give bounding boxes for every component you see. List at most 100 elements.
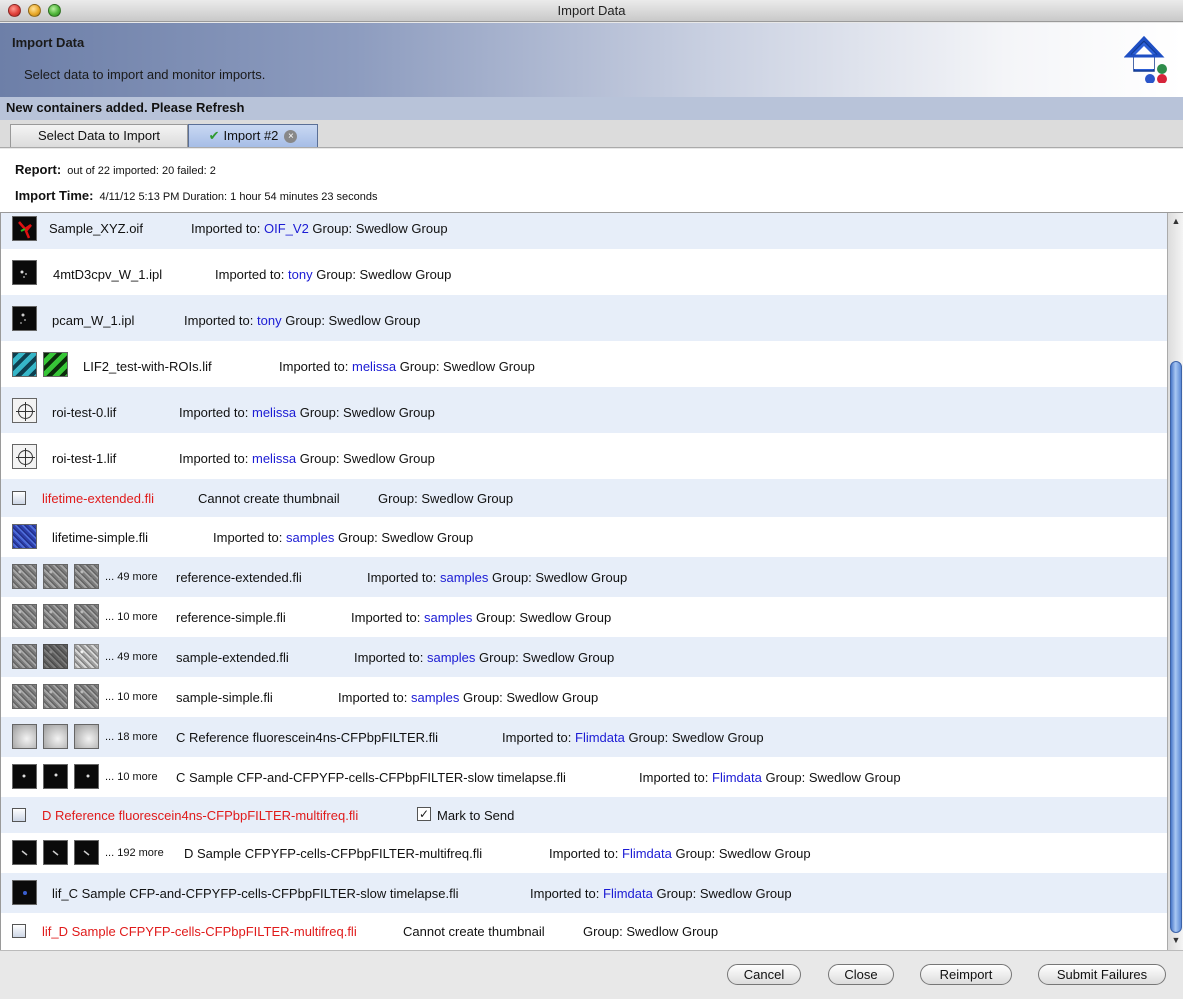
thumbnail-image[interactable] xyxy=(12,306,37,331)
banner-title: Import Data xyxy=(12,35,85,50)
dataset-link[interactable]: tony xyxy=(288,267,313,282)
thumbnail-image[interactable] xyxy=(12,764,37,789)
thumbnail-image[interactable] xyxy=(12,444,37,469)
imported-to-text: Imported to: tony Group: Swedlow Group xyxy=(184,313,421,328)
thumbnail-image[interactable] xyxy=(43,352,68,377)
list-item[interactable]: ... 10 more sample-simple.fli Imported t… xyxy=(1,677,1167,717)
vertical-scrollbar[interactable]: ▲ ▼ xyxy=(1167,213,1183,950)
dataset-link[interactable]: OIF_V2 xyxy=(264,221,309,236)
scrollbar-thumb[interactable] xyxy=(1170,361,1182,933)
file-name: pcam_W_1.ipl xyxy=(52,313,135,328)
thumbnail-image[interactable] xyxy=(43,684,68,709)
thumbnail-image[interactable] xyxy=(43,564,68,589)
dataset-link[interactable]: samples xyxy=(427,650,475,665)
dialog-footer: Cancel Close Reimport Submit Failures xyxy=(0,950,1183,999)
dataset-link[interactable]: Flimdata xyxy=(712,770,762,785)
file-name-failed: D Reference fluorescein4ns-CFPbpFILTER-m… xyxy=(42,808,359,823)
thumbnail-image[interactable] xyxy=(43,724,68,749)
imported-to-text: Imported to: Flimdata Group: Swedlow Gro… xyxy=(549,846,811,861)
list-item[interactable]: D Reference fluorescein4ns-CFPbpFILTER-m… xyxy=(1,797,1167,833)
thumbnail-image[interactable] xyxy=(43,840,68,865)
thumbnail-image[interactable] xyxy=(74,644,99,669)
thumbnail-image[interactable] xyxy=(12,684,37,709)
dataset-link[interactable]: Flimdata xyxy=(575,730,625,745)
thumbnail-image[interactable] xyxy=(12,840,37,865)
dataset-link[interactable]: melissa xyxy=(252,405,296,420)
import-results-list[interactable]: Sample_XYZ.oif Imported to: OIF_V2 Group… xyxy=(0,213,1167,950)
list-item[interactable]: pcam_W_1.ipl Imported to: tony Group: Sw… xyxy=(1,295,1167,341)
thumbnail-image[interactable] xyxy=(43,604,68,629)
thumbnail-image[interactable] xyxy=(12,880,37,905)
list-item[interactable]: ... 18 more C Reference fluorescein4ns-C… xyxy=(1,717,1167,757)
more-thumbnails-text: ... 10 more xyxy=(105,691,158,703)
dataset-link[interactable]: melissa xyxy=(252,451,296,466)
list-item[interactable]: roi-test-1.lif Imported to: melissa Grou… xyxy=(1,433,1167,479)
thumbnail-image[interactable] xyxy=(74,764,99,789)
list-item[interactable]: ... 49 more sample-extended.fli Imported… xyxy=(1,637,1167,677)
banner-description: Select data to import and monitor import… xyxy=(24,67,266,82)
thumbnail-image[interactable] xyxy=(12,216,37,241)
reimport-button[interactable]: Reimport xyxy=(920,964,1012,985)
mark-to-send-label[interactable]: Mark to Send xyxy=(437,808,514,823)
tab-select-data[interactable]: Select Data to Import xyxy=(10,124,188,147)
dataset-link[interactable]: samples xyxy=(440,570,488,585)
notice-bar: New containers added. Please Refresh xyxy=(0,97,1183,120)
more-thumbnails-text: ... 49 more xyxy=(105,571,158,583)
title-bar: Import Data xyxy=(0,0,1183,22)
list-item[interactable]: ... 192 more D Sample CFPYFP-cells-CFPbp… xyxy=(1,833,1167,873)
close-button[interactable]: Close xyxy=(828,964,894,985)
submit-failures-button[interactable]: Submit Failures xyxy=(1038,964,1166,985)
list-item[interactable]: 4mtD3cpv_W_1.ipl Imported to: tony Group… xyxy=(1,249,1167,295)
thumbnail-image[interactable] xyxy=(12,604,37,629)
mark-to-send-checkbox[interactable]: ✓ xyxy=(417,807,431,821)
imported-to-text: Imported to: samples Group: Swedlow Grou… xyxy=(213,530,474,545)
imported-to-text: Imported to: tony Group: Swedlow Group xyxy=(215,267,452,282)
list-item[interactable]: Sample_XYZ.oif Imported to: OIF_V2 Group… xyxy=(1,213,1167,249)
tab-label: Import #2 xyxy=(223,128,279,143)
dataset-link[interactable]: Flimdata xyxy=(603,886,653,901)
thumbnail-image[interactable] xyxy=(74,724,99,749)
import-home-icon xyxy=(1124,35,1167,83)
list-item[interactable]: lifetime-simple.fli Imported to: samples… xyxy=(1,517,1167,557)
thumbnail-image[interactable] xyxy=(43,764,68,789)
thumbnail-image[interactable] xyxy=(12,564,37,589)
list-item[interactable]: LIF2_test-with-ROIs.lif Imported to: mel… xyxy=(1,341,1167,387)
file-name: sample-simple.fli xyxy=(176,690,273,705)
thumbnail-image[interactable] xyxy=(12,352,37,377)
import-time-line: Import Time: 4/11/12 5:13 PM Duration: 1 … xyxy=(15,188,378,203)
scroll-down-arrow-icon[interactable]: ▼ xyxy=(1170,934,1182,946)
file-name: D Sample CFPYFP-cells-CFPbpFILTER-multif… xyxy=(184,846,483,861)
imported-to-text: Imported to: Flimdata Group: Swedlow Gro… xyxy=(639,770,901,785)
thumbnail-image[interactable] xyxy=(43,644,68,669)
list-item[interactable]: ... 10 more reference-simple.fli Importe… xyxy=(1,597,1167,637)
list-item[interactable]: lifetime-extended.fli Cannot create thum… xyxy=(1,479,1167,517)
tab-close-icon[interactable]: × xyxy=(284,130,298,144)
dataset-link[interactable]: samples xyxy=(411,690,459,705)
dataset-link[interactable]: melissa xyxy=(352,359,396,374)
dataset-link[interactable]: Flimdata xyxy=(622,846,672,861)
thumbnail-image[interactable] xyxy=(12,398,37,423)
list-item[interactable]: ... 10 more C Sample CFP-and-CFPYFP-cell… xyxy=(1,757,1167,797)
list-item[interactable]: lif_C Sample CFP-and-CFPYFP-cells-CFPbpF… xyxy=(1,873,1167,913)
list-item[interactable]: ... 49 more reference-extended.fli Impor… xyxy=(1,557,1167,597)
window-title: Import Data xyxy=(557,3,626,18)
thumbnail-image[interactable] xyxy=(12,644,37,669)
dataset-link[interactable]: samples xyxy=(286,530,334,545)
cancel-button[interactable]: Cancel xyxy=(727,964,801,985)
thumbnail-image[interactable] xyxy=(74,604,99,629)
thumbnail-image[interactable] xyxy=(12,724,37,749)
file-name-failed: lifetime-extended.fli xyxy=(42,491,154,506)
tab-import-2[interactable]: ✔ Import #2 × xyxy=(188,124,318,147)
thumbnail-image[interactable] xyxy=(12,260,37,285)
dataset-link[interactable]: samples xyxy=(424,610,472,625)
thumbnail-image[interactable] xyxy=(74,684,99,709)
dataset-link[interactable]: tony xyxy=(257,313,282,328)
list-item[interactable]: roi-test-0.lif Imported to: melissa Grou… xyxy=(1,387,1167,433)
import-time-value: 4/11/12 5:13 PM Duration: 1 hour 54 minu… xyxy=(99,191,378,203)
scroll-up-arrow-icon[interactable]: ▲ xyxy=(1170,215,1182,227)
thumbnail-image[interactable] xyxy=(74,564,99,589)
group-text: Group: Swedlow Group xyxy=(583,924,719,939)
thumbnail-image[interactable] xyxy=(74,840,99,865)
thumbnail-image[interactable] xyxy=(12,524,37,549)
list-item[interactable]: lif_D Sample CFPYFP-cells-CFPbpFILTER-mu… xyxy=(1,913,1167,950)
